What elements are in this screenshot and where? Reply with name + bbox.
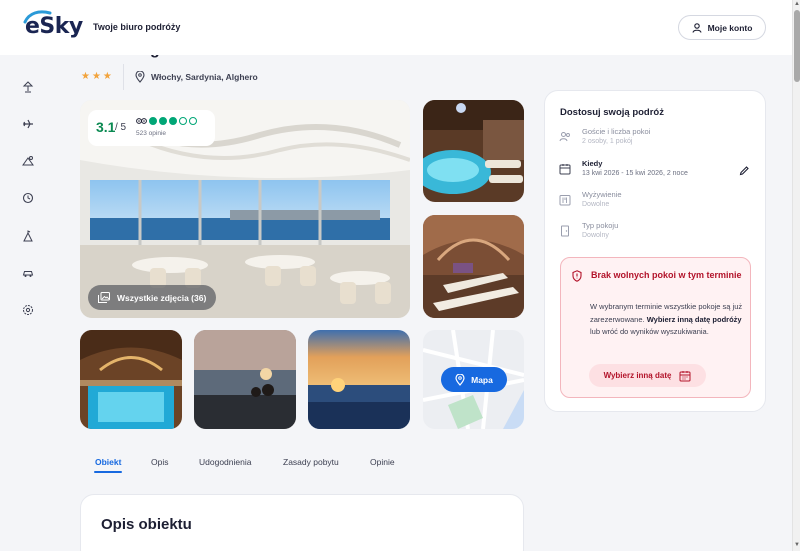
camping-icon[interactable] [18, 226, 38, 246]
indoor-pool-photo[interactable] [80, 330, 182, 429]
rating-dot [159, 117, 167, 125]
hotel-deal-icon[interactable] [18, 151, 38, 171]
map-pin-icon [455, 373, 465, 386]
description-card: Opis obiektu [80, 494, 524, 551]
choose-another-date-label: Wybierz inną datę [603, 371, 672, 380]
location-text: Włochy, Sardynia, Alghero [151, 72, 258, 82]
rating-dot [149, 117, 157, 125]
tab-object[interactable]: Obiekt [95, 457, 121, 467]
dates-label: Kiedy [582, 159, 603, 168]
alert-title: Brak wolnych pokoi w tym terminie [591, 270, 742, 280]
scroll-up-arrow-icon[interactable]: ▲ [794, 1, 800, 7]
review-count: 523 opinie [136, 130, 166, 137]
sunset-sea-photo[interactable] [308, 330, 410, 429]
all-photos-button[interactable]: Wszystkie zdjęcia (36) [88, 285, 216, 310]
plane-icon[interactable] [18, 114, 38, 134]
door-icon [561, 225, 569, 237]
top-header: eSky Twoje biuro podróży Moje konto [0, 0, 792, 55]
room-type-value: Dowolny [582, 232, 609, 239]
spa-pool-image [423, 100, 524, 202]
shield-alert-icon [572, 270, 582, 282]
guests-label: Goście i liczba pokoi [582, 127, 651, 136]
esky-logo[interactable]: eSky [23, 10, 83, 42]
hotel-star-rating: ★★★ [81, 71, 114, 82]
board-label: Wyżywienie [582, 190, 622, 199]
logo-wordmark: eSky [25, 14, 83, 39]
settings-gear-icon[interactable] [18, 300, 38, 320]
rating-dot [169, 117, 177, 125]
map-button[interactable]: Mapa [441, 367, 507, 392]
left-nav-rail [0, 55, 55, 551]
rating-scale: / 5 [115, 122, 127, 133]
alert-text-part-2: lub wróć do wyników wyszukiwania. [590, 327, 709, 336]
edit-pencil-icon[interactable] [739, 165, 750, 176]
calendar-icon [559, 164, 571, 175]
board-row[interactable]: Wyżywienie Dowolne [559, 190, 759, 216]
sunset-terrace-photo[interactable] [194, 330, 296, 429]
active-tab-indicator [94, 471, 122, 473]
guests-value: 2 osoby, 1 pokój [582, 138, 633, 145]
alert-text-bold: Wybierz inną datę podróży [646, 314, 742, 324]
description-title: Opis obiektu [101, 516, 192, 533]
calendar-icon [679, 370, 691, 381]
location-pin-icon [135, 71, 145, 83]
map-button-label: Mapa [471, 374, 493, 385]
scrollbar-thumb[interactable] [794, 10, 800, 82]
sunset-terrace-image [194, 330, 296, 429]
last-minute-clock-icon[interactable] [18, 188, 38, 208]
dates-row[interactable]: Kiedy 13 kwi 2026 - 15 kwi 2026, 2 noce [559, 159, 759, 185]
choose-another-date-button[interactable]: Wybierz inną datę [589, 364, 706, 387]
tab-amenities[interactable]: Udogodnienia [199, 457, 251, 467]
tripadvisor-rating-card[interactable]: 3.1 / 5 523 opinie [88, 110, 215, 146]
rating-dots [136, 117, 197, 125]
panel-title: Dostosuj swoją podróż [560, 107, 664, 118]
gallery-icon [98, 292, 110, 303]
hotel-location[interactable]: Włochy, Sardynia, Alghero [135, 71, 258, 83]
dates-value: 13 kwi 2026 - 15 kwi 2026, 2 noce [582, 170, 688, 177]
meal-icon [559, 195, 571, 206]
user-icon [692, 22, 702, 33]
alert-message: W wybranym terminie wszystkie pokoje są … [590, 301, 746, 339]
tab-stay-rules[interactable]: Zasady pobytu [283, 457, 339, 467]
rating-dot [179, 117, 187, 125]
guests-icon [559, 132, 570, 142]
board-value: Dowolne [582, 201, 610, 208]
room-type-row[interactable]: Typ pokoju Dowolny [559, 221, 759, 247]
spa-pool-photo[interactable] [423, 100, 524, 202]
sunset-sea-image [308, 330, 410, 429]
my-account-label: Moje konto [707, 22, 753, 33]
my-account-button[interactable]: Moje konto [678, 15, 766, 40]
tripadvisor-owl-icon [136, 118, 147, 124]
indoor-pool-image [80, 330, 182, 429]
beach-umbrella-icon[interactable] [18, 77, 38, 97]
spa-loungers-photo[interactable] [423, 215, 524, 318]
tab-description[interactable]: Opis [151, 457, 168, 467]
scroll-down-arrow-icon[interactable]: ▼ [794, 542, 800, 548]
divider [123, 64, 124, 90]
rating-dot [189, 117, 197, 125]
tagline: Twoje biuro podróży [93, 22, 181, 32]
guests-rooms-row[interactable]: Goście i liczba pokoi 2 osoby, 1 pokój [559, 127, 759, 153]
trip-customize-panel: Dostosuj swoją podróż Goście i liczba po… [544, 90, 766, 412]
room-type-label: Typ pokoju [582, 221, 619, 230]
spa-loungers-image [423, 215, 524, 318]
page-scrollbar[interactable]: ▲ ▼ [792, 0, 800, 551]
car-icon[interactable] [18, 263, 38, 283]
rating-score: 3.1 [96, 119, 116, 135]
no-rooms-alert: Brak wolnych pokoi w tym terminie W wybr… [560, 257, 751, 398]
all-photos-label: Wszystkie zdjęcia (36) [117, 292, 207, 303]
tab-reviews[interactable]: Opinie [370, 457, 395, 467]
